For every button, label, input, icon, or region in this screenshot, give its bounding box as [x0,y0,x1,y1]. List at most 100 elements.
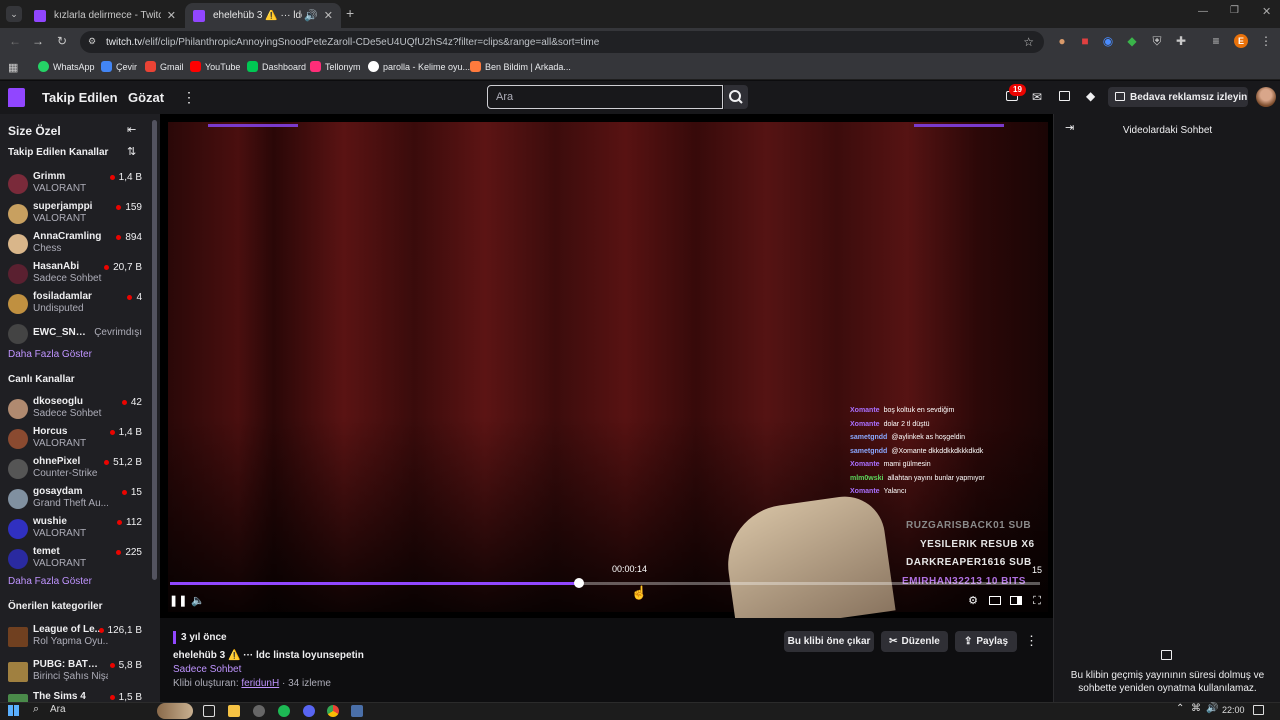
sort-icon[interactable]: ⇅ [127,145,136,158]
spotify-icon[interactable] [278,705,290,717]
sidebar-channel[interactable]: gosaydam Grand Theft Au... 15 [0,485,150,513]
speaker-icon[interactable]: 🔊 [304,9,318,22]
seek-bar-handle[interactable] [573,578,584,588]
bookmark-whatsapp[interactable]: WhatsApp [38,61,95,72]
sidebar-channel[interactable]: Horcus VALORANT 1,4 B [0,425,150,453]
taskbar-search-icon[interactable]: ⌕ [33,703,39,716]
nav-following[interactable]: Takip Edilen [42,90,118,105]
whatsapp-icon [38,61,49,72]
site-info-icon[interactable]: ⚙ [88,36,96,47]
bookmark-ben-bildim[interactable]: Ben Bildim | Arkada... [470,61,571,72]
clock[interactable]: 22:00 [1222,705,1245,715]
chat-panel-title: Videolardaki Sohbet [1122,125,1213,136]
chrome-icon[interactable] [327,705,339,717]
active-app-icon[interactable] [351,705,363,717]
theatre-mode-icon[interactable] [988,594,1002,608]
bookmark-tellonym[interactable]: Tellonym [310,61,361,72]
taskbar-search-input[interactable]: Ara [50,704,66,715]
bookmark-youtube[interactable]: YouTube [190,61,240,72]
sidebar-channel[interactable]: ohnePixel Counter-Strike 51,2 B [0,455,150,483]
settings-gear-icon[interactable]: ⚙ [966,594,980,608]
forward-icon[interactable]: → [31,34,45,48]
windows-start-icon[interactable] [8,705,19,716]
minimize-window-icon[interactable]: — [1198,6,1208,17]
close-window-icon[interactable]: ✕ [1262,5,1271,18]
task-view-icon[interactable] [203,705,215,717]
search-input[interactable]: Ara [487,85,723,109]
close-tab-icon[interactable]: ✕ [324,9,333,22]
file-explorer-icon[interactable] [228,705,240,717]
bookmark-gmail[interactable]: Gmail [145,61,184,72]
show-more-link[interactable]: Daha Fazla Göster [8,349,92,360]
puzzle-icon[interactable]: ✚ [1174,34,1188,48]
taskbar-widget-thumbnail[interactable] [157,703,193,719]
shield-icon[interactable]: ⛨ [1150,34,1164,48]
more-menu-icon[interactable]: ⋮ [182,89,196,106]
close-tab-icon[interactable]: ✕ [167,9,176,22]
fullscreen-icon[interactable]: ⛶ [1030,594,1044,608]
tray-chevron-icon[interactable]: ⌃ [1176,703,1184,714]
reading-list-icon[interactable]: ≡ [1209,34,1223,48]
clip-category-link[interactable]: Sadece Sohbet [173,664,241,675]
sidebar-channel[interactable]: wushie VALORANT 112 [0,515,150,543]
extension-icon[interactable]: ● [1055,34,1069,48]
feature-clip-button[interactable]: Bu klibi öne çıkar [784,631,874,652]
discord-icon[interactable] [303,705,315,717]
clip-title: ehelehüb 3 ⚠️ ··· ldc linsta loyunsepeti… [173,650,364,661]
nav-browse[interactable]: Gözat [128,90,164,105]
apps-icon[interactable]: ▦ [8,61,18,74]
more-options-icon[interactable]: ⋮ [1025,633,1038,649]
share-clip-button[interactable]: ⇪ Paylaş [955,631,1017,652]
sidebar-channel[interactable]: dkoseoglu Sadece Sohbet 42 [0,395,150,423]
pause-icon[interactable]: ❚❚ [169,594,187,608]
clip-creator-link[interactable]: feridunH [241,678,279,689]
sidebar-category[interactable]: PUBG: BATTLE...Birinci Şahıs Nişa...5,8 … [0,658,150,686]
sidebar-channel[interactable]: superjamppi VALORANT 159 [0,200,150,228]
sidebar-category[interactable]: The Sims 4 1,5 B [0,690,150,702]
search-button[interactable] [724,85,748,109]
ad-free-button[interactable]: Bedava reklamsız izleyin [1108,87,1248,107]
dashboard-icon [247,61,258,72]
notification-center-icon[interactable] [1253,705,1264,715]
whispers-icon[interactable] [1059,91,1070,101]
browser-tab[interactable]: kızlarla delirmece - Twitch ✕ [26,3,184,28]
browser-tab-active[interactable]: ehelehüb 3 ⚠️ ··· ldc linsta 🔊 ✕ [185,3,341,28]
bookmark-parolla[interactable]: parolla - Kelime oyu... [368,61,470,72]
sidebar-channel[interactable]: fosiladamlar Undisputed 4 [0,290,150,318]
edit-clip-button[interactable]: ✂ Düzenle [881,631,948,652]
volume-icon[interactable]: 🔈 [191,594,205,608]
bookmark-cevir[interactable]: Çevir [101,61,137,72]
sound-icon[interactable]: 🔊 [1206,703,1218,714]
profile-avatar[interactable]: E [1234,34,1248,48]
inbox-icon[interactable]: ✉ [1032,90,1042,104]
tab-search-button[interactable]: ⌄ [6,6,22,22]
sidebar-channel[interactable]: Grimm VALORANT 1,4 B [0,170,150,198]
back-icon[interactable]: ← [8,34,22,48]
bits-icon[interactable]: ◆ [1086,89,1095,103]
video-frame[interactable] [168,122,1048,618]
extension-icon[interactable]: ◉ [1101,34,1115,48]
taskbar-app-icon[interactable] [253,705,265,717]
user-avatar[interactable] [1256,87,1276,107]
show-more-link[interactable]: Daha Fazla Göster [8,576,92,587]
sidebar-channel[interactable]: temet VALORANT 225 [0,545,150,573]
network-icon[interactable]: ⌘ [1191,703,1201,714]
new-tab-button[interactable]: + [346,5,354,21]
address-bar[interactable]: ⚙ twitch.tv/elif/clip/PhilanthropicAnnoy… [80,31,1044,53]
restore-window-icon[interactable]: ❐ [1230,5,1239,16]
sidebar-channel[interactable]: EWC_SNBA... Çevrimdışı [0,320,150,348]
extension-icon[interactable]: ■ [1078,34,1092,48]
extension-icon[interactable]: ◆ [1125,34,1139,48]
sidebar-toggle-icon[interactable] [1009,594,1023,608]
sidebar-category[interactable]: League of Le... Rol Yapma Oyu... 126,1 B [0,623,150,651]
seek-bar[interactable] [170,578,1040,588]
sidebar-channel[interactable]: AnnaCramling Chess 894 [0,230,150,258]
bookmark-star-icon[interactable]: ☆ [1023,35,1034,49]
bookmark-dashboard[interactable]: Dashboard [247,61,306,72]
menu-dots-icon[interactable]: ⋮ [1259,34,1273,48]
collapse-sidebar-icon[interactable]: ⇤ [127,123,136,136]
sidebar-channel[interactable]: HasanAbi Sadece Sohbet 20,7 B [0,260,150,288]
reload-icon[interactable]: ↻ [55,34,69,48]
twitch-logo-icon[interactable] [8,88,25,107]
sidebar-scrollbar[interactable] [152,120,157,580]
